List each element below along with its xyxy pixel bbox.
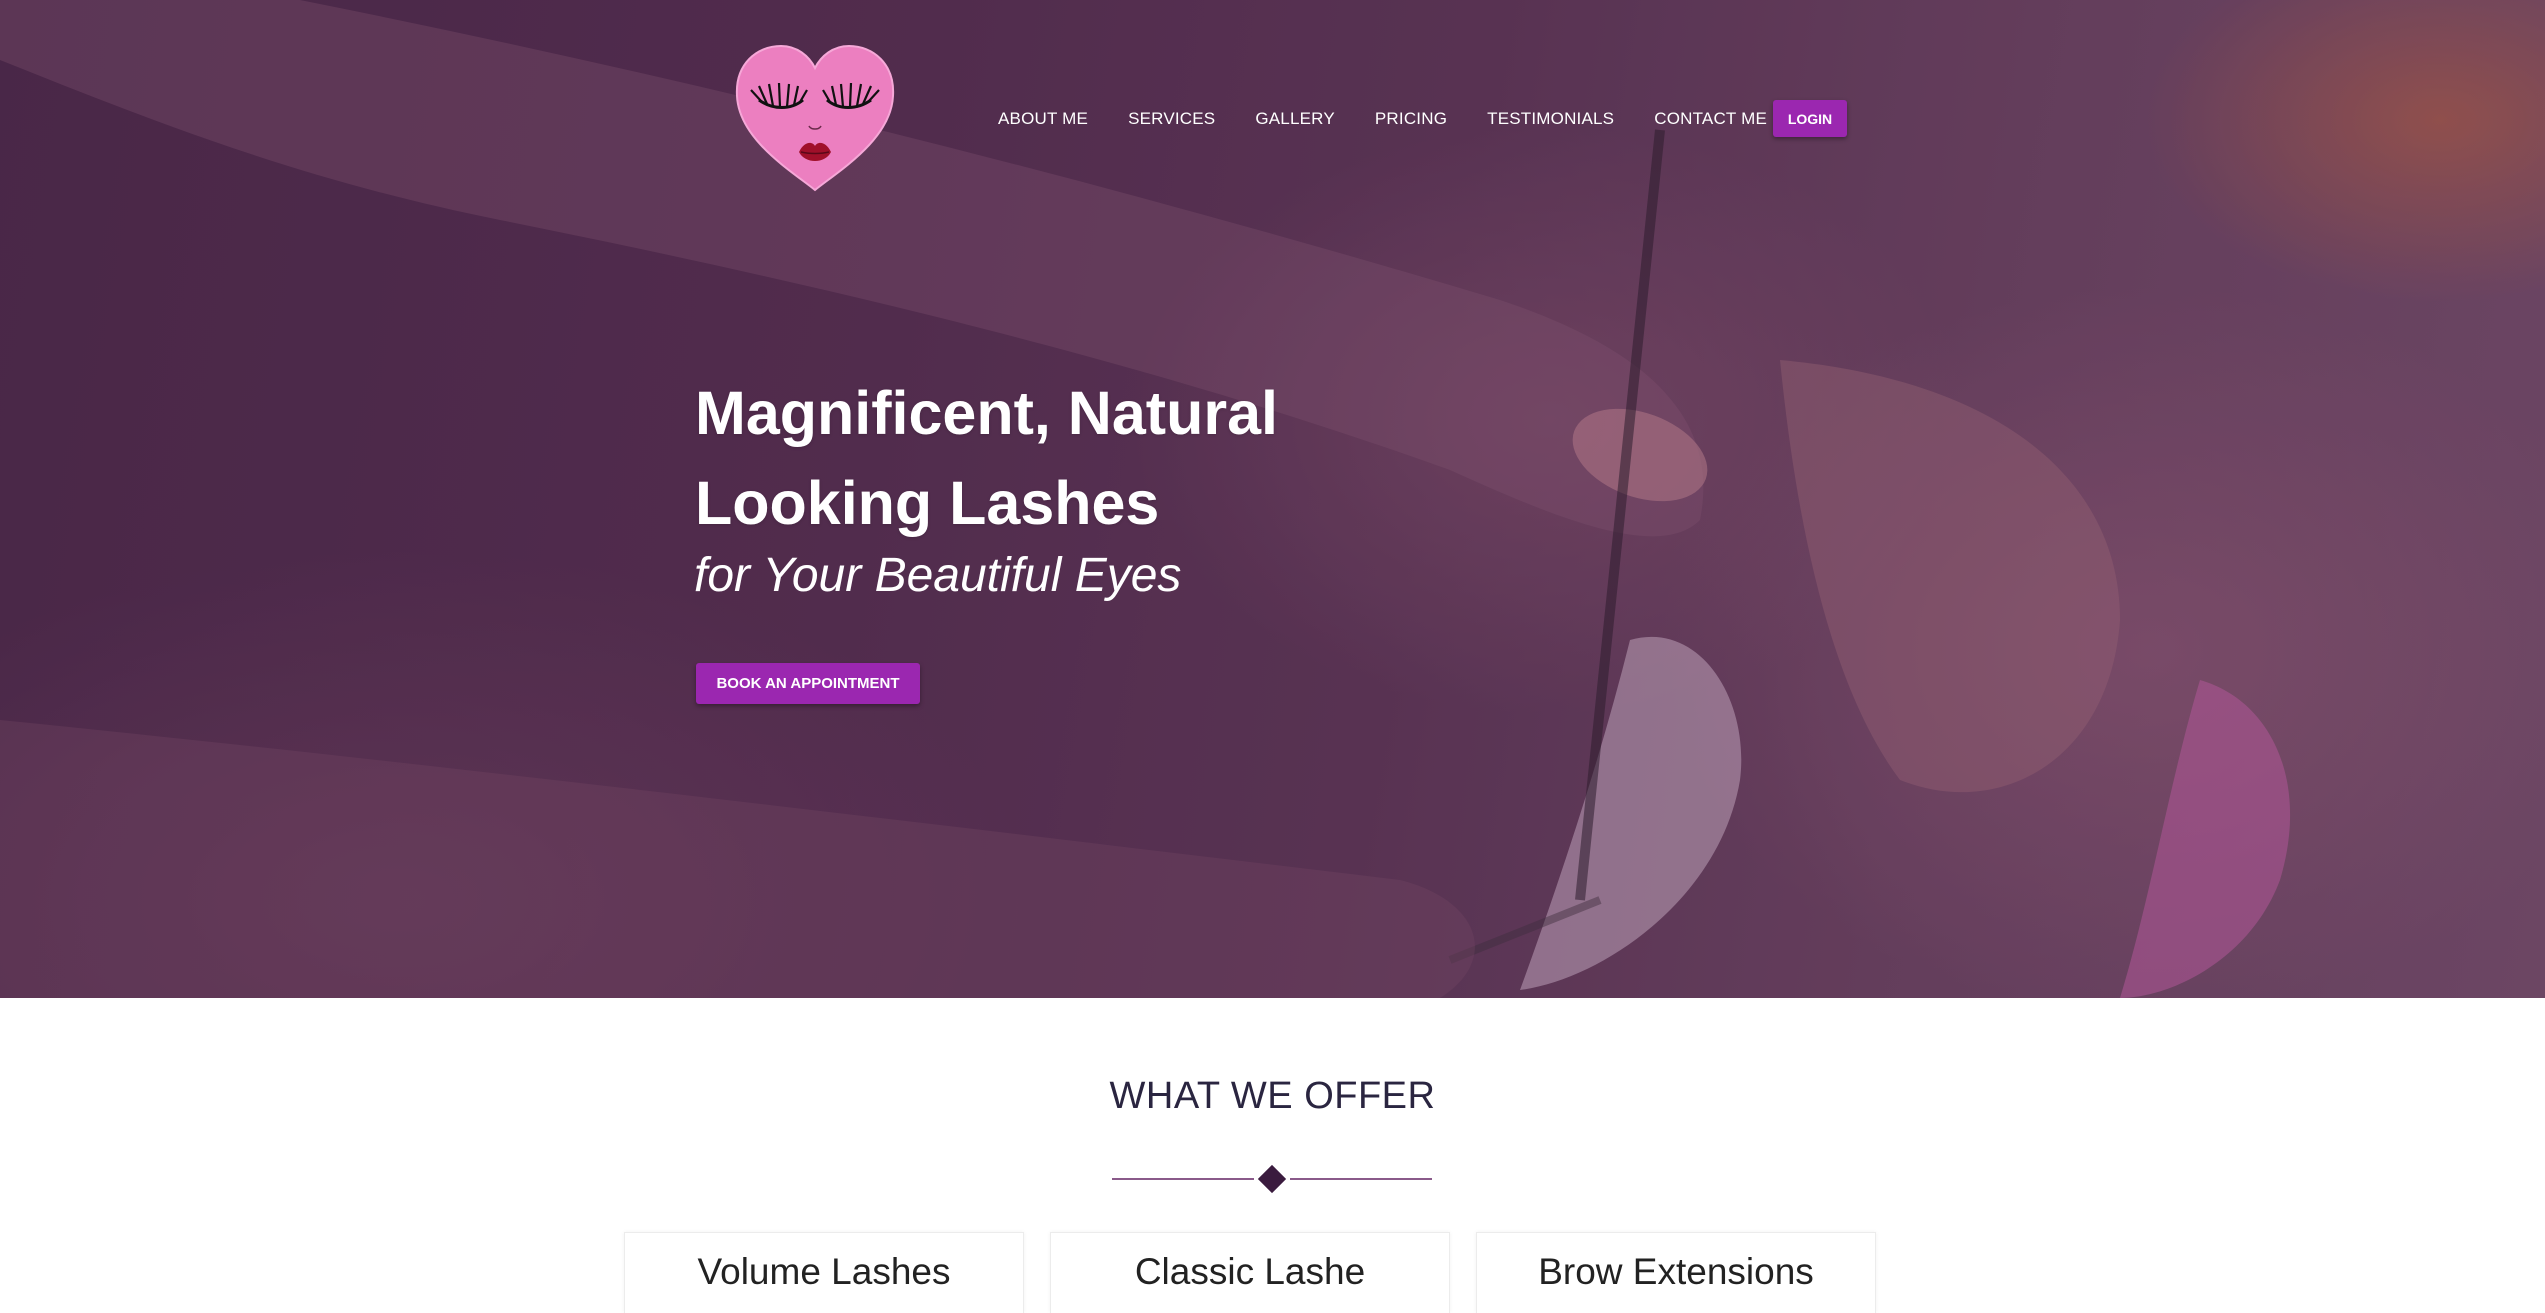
book-appointment-button[interactable]: BOOK AN APPOINTMENT xyxy=(696,663,920,704)
service-card-volume-lashes[interactable]: Volume Lashes xyxy=(624,1232,1024,1313)
nav-item-services[interactable]: SERVICES xyxy=(1128,109,1215,129)
heart-face-logo-icon[interactable] xyxy=(733,44,897,192)
service-card-brow-extensions[interactable]: Brow Extensions xyxy=(1476,1232,1876,1313)
nav-item-pricing[interactable]: PRICING xyxy=(1375,109,1447,129)
service-card-title: Volume Lashes xyxy=(697,1251,951,1292)
login-button[interactable]: LOGIN xyxy=(1773,100,1847,137)
main-nav: ABOUT ME SERVICES GALLERY PRICING TESTIM… xyxy=(998,104,1807,134)
nav-item-about-me[interactable]: ABOUT ME xyxy=(998,109,1088,129)
service-card-title: Brow Extensions xyxy=(1538,1251,1814,1292)
hero-headline-line-2: Looking Lashes xyxy=(695,469,1160,537)
hero-headline-line-1: Magnificent, Natural xyxy=(695,379,1278,447)
service-card-classic-lashe[interactable]: Classic Lashe xyxy=(1050,1232,1450,1313)
hero-section: ABOUT ME SERVICES GALLERY PRICING TESTIM… xyxy=(0,0,2545,998)
hero-subheadline: for Your Beautiful Eyes xyxy=(694,549,1182,602)
diamond-divider-icon xyxy=(1112,1164,1432,1194)
hero-headline: Magnificent, Natural Looking Lashes xyxy=(695,368,1475,548)
service-card-title: Classic Lashe xyxy=(1134,1251,1366,1292)
nav-item-testimonials[interactable]: TESTIMONIALS xyxy=(1487,109,1614,129)
nav-item-gallery[interactable]: GALLERY xyxy=(1255,109,1335,129)
nav-item-contact-me[interactable]: CONTACT ME xyxy=(1654,109,1767,129)
section-title-what-we-offer: WHAT WE OFFER xyxy=(1109,1075,1436,1117)
